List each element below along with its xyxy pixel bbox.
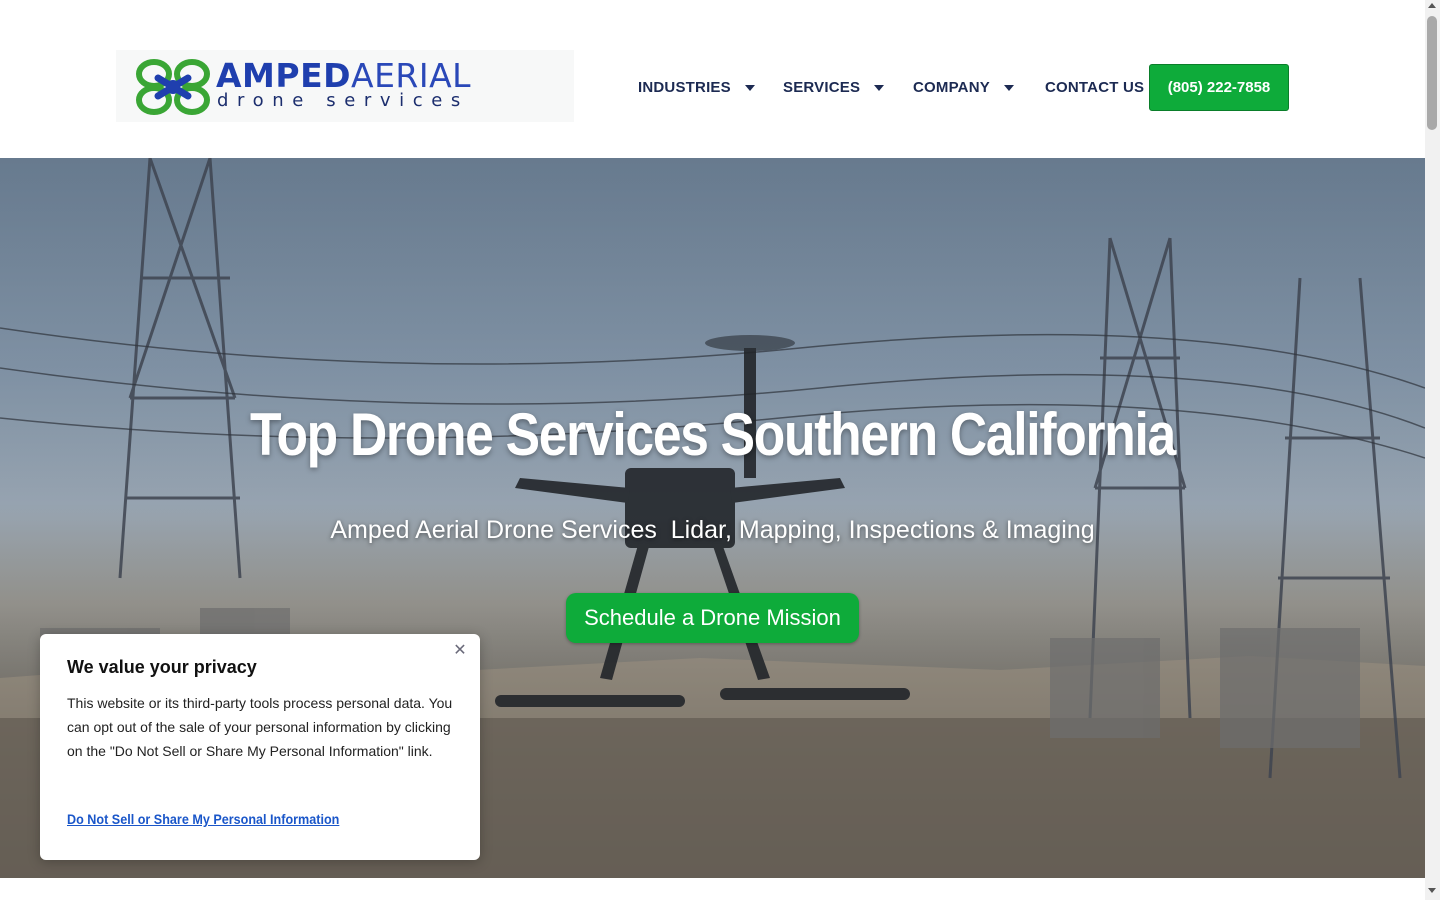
logo-wordmark: AMPEDAERIAL — [216, 56, 472, 95]
scrollbar[interactable] — [1425, 0, 1440, 900]
logo[interactable]: AMPEDAERIAL drone services — [116, 50, 574, 122]
close-icon[interactable]: ✕ — [451, 642, 469, 660]
nav-industries-label: INDUSTRIES — [638, 78, 731, 96]
hero-subtitle: Amped Aerial Drone Services Lidar, Mappi… — [330, 516, 1095, 544]
scroll-down-icon[interactable] — [1428, 888, 1436, 893]
nav-services[interactable]: SERVICES — [783, 64, 885, 110]
site-header: AMPEDAERIAL drone services INDUSTRIES SE… — [0, 0, 1425, 158]
phone-button[interactable]: (805) 222-7858 — [1149, 64, 1289, 111]
privacy-title: We value your privacy — [67, 657, 257, 677]
privacy-banner: We value your privacy ✕ This website or … — [40, 634, 480, 860]
do-not-sell-link[interactable]: Do Not Sell or Share My Personal Informa… — [67, 811, 339, 827]
nav-contact-us-label: CONTACT US — [1045, 78, 1145, 96]
scroll-up-icon[interactable] — [1428, 3, 1436, 8]
nav-contact-us[interactable]: CONTACT US — [1045, 64, 1144, 110]
drone-logo-icon — [136, 59, 210, 115]
caret-down-icon — [874, 85, 885, 91]
nav-industries[interactable]: INDUSTRIES — [638, 64, 755, 110]
page-content-below-fold — [0, 878, 1425, 900]
schedule-mission-button[interactable]: Schedule a Drone Mission — [566, 593, 859, 643]
privacy-text: This website or its third-party tools pr… — [67, 695, 453, 759]
scroll-thumb[interactable] — [1427, 16, 1437, 130]
caret-down-icon — [744, 85, 755, 91]
logo-tagline: drone services — [217, 90, 469, 111]
hero-title: Top Drone Services Southern California — [250, 401, 1176, 468]
nav-services-label: SERVICES — [783, 78, 861, 96]
nav-company-label: COMPANY — [913, 78, 990, 96]
nav-company[interactable]: COMPANY — [913, 64, 1014, 110]
caret-down-icon — [1003, 85, 1014, 91]
